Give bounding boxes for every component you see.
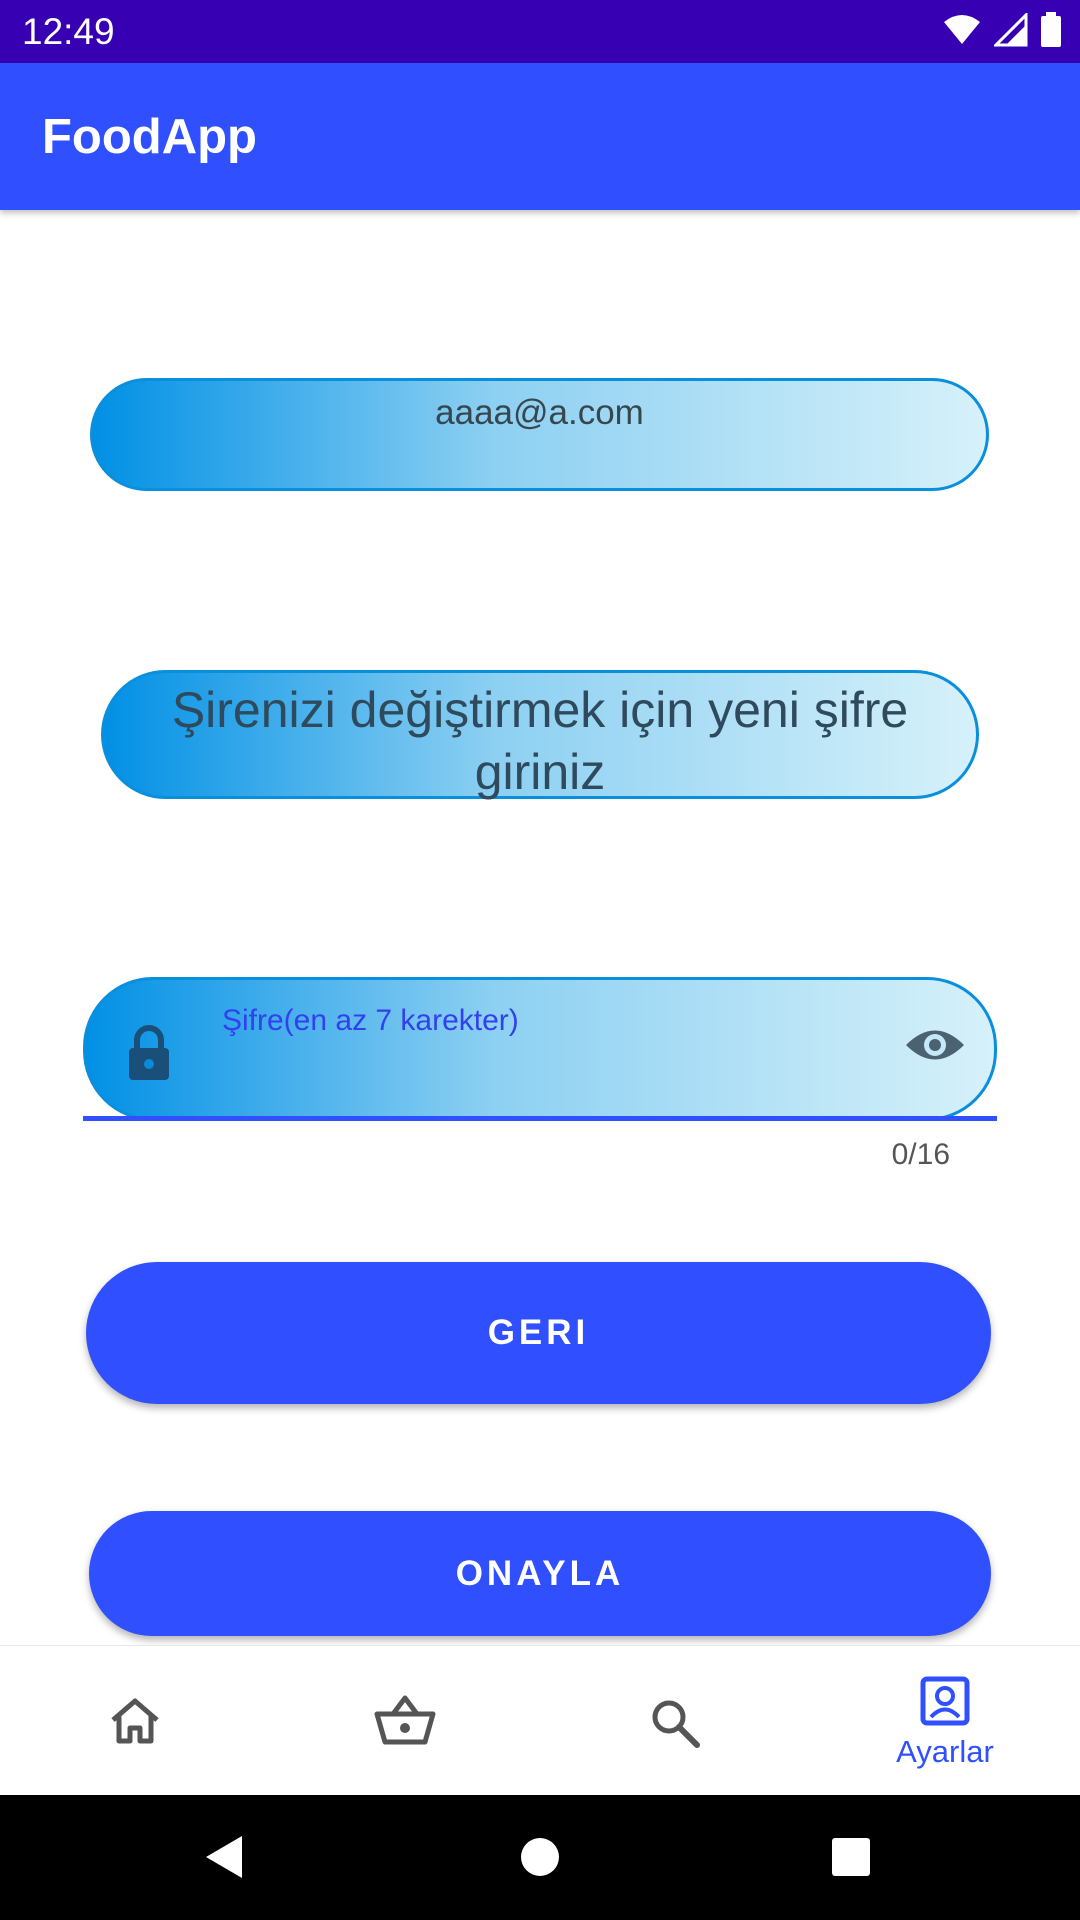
email-field[interactable]: aaaa@a.com bbox=[90, 378, 989, 491]
basket-icon bbox=[374, 1695, 436, 1745]
instruction-box: Şirenizi değiştirmek için yeni şifre gir… bbox=[101, 670, 979, 800]
nav-item-settings[interactable]: Ayarlar bbox=[810, 1646, 1080, 1796]
status-time: 12:49 bbox=[22, 11, 115, 52]
home-circle-icon[interactable] bbox=[520, 1837, 560, 1877]
back-icon[interactable] bbox=[204, 1834, 244, 1880]
password-underline bbox=[83, 1116, 997, 1121]
signal-icon bbox=[992, 11, 1028, 52]
search-icon bbox=[652, 1700, 700, 1748]
recents-icon[interactable] bbox=[831, 1837, 871, 1877]
system-nav-bar bbox=[0, 1795, 1080, 1920]
password-field[interactable]: Şifre(en az 7 karekter) bbox=[83, 977, 997, 1121]
battery-icon bbox=[1040, 12, 1062, 53]
eye-icon[interactable] bbox=[904, 1024, 966, 1071]
back-button[interactable]: GERI bbox=[86, 1262, 991, 1404]
account-box-icon bbox=[920, 1676, 970, 1726]
character-counter: 0/16 bbox=[891, 1138, 950, 1171]
app-bar: FoodApp bbox=[0, 63, 1080, 210]
email-value: aaaa@a.com bbox=[435, 393, 644, 432]
nav-label-settings: Ayarlar bbox=[896, 1734, 994, 1769]
app-title: FoodApp bbox=[42, 110, 257, 164]
confirm-button[interactable]: ONAYLA bbox=[89, 1511, 991, 1636]
nav-item-home[interactable] bbox=[0, 1646, 270, 1796]
wifi-icon bbox=[942, 14, 982, 51]
password-placeholder: Şifre(en az 7 karekter) bbox=[222, 1004, 519, 1037]
lock-icon bbox=[124, 1024, 174, 1087]
home-icon bbox=[111, 1698, 159, 1744]
status-bar: 12:49 bbox=[0, 0, 1080, 63]
status-icons bbox=[942, 11, 1062, 53]
instruction-text: Şirenizi değiştirmek için yeni şifre gir… bbox=[171, 682, 909, 800]
bottom-nav: Ayarlar bbox=[0, 1645, 1080, 1796]
nav-item-search[interactable] bbox=[540, 1646, 810, 1796]
nav-item-basket[interactable] bbox=[270, 1646, 540, 1796]
